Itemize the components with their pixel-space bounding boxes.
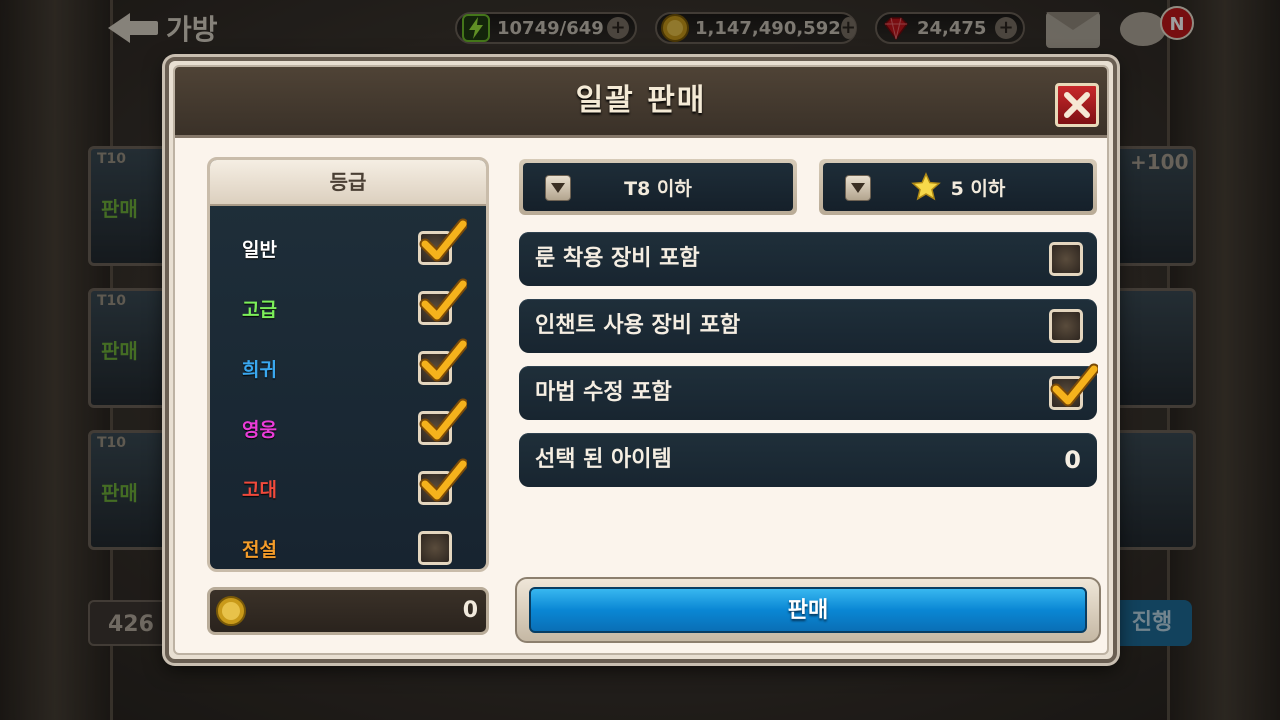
sell-button[interactable]: 판매 — [529, 587, 1087, 633]
checkmark-icon — [419, 458, 467, 502]
sell-button-frame: 판매 — [515, 577, 1101, 643]
grade-label: 영웅 — [242, 419, 277, 441]
star-filter-value: 5 이하 — [950, 177, 1006, 200]
option-label: 인챈트 사용 장비 포함 — [535, 313, 741, 338]
chevron-down-icon — [545, 175, 571, 201]
grade-row[interactable]: 전설 — [210, 517, 486, 569]
dialog-header: 일괄 판매 — [175, 67, 1107, 138]
grade-label: 일반 — [242, 239, 277, 261]
option-row[interactable]: 인챈트 사용 장비 포함 — [519, 299, 1097, 353]
option-label: 마법 수정 포함 — [535, 380, 672, 405]
tier-filter-dropdown[interactable]: T8 이하 — [519, 159, 797, 215]
dialog-title: 일괄 판매 — [575, 83, 707, 118]
checkmark-icon — [419, 278, 467, 322]
option-row[interactable]: 마법 수정 포함 — [519, 363, 1098, 420]
option-checkbox[interactable] — [1049, 309, 1083, 343]
selected-items-row: 선택 된 아이템 0 — [519, 433, 1097, 487]
grade-label: 전설 — [242, 539, 277, 561]
grade-checkbox[interactable] — [418, 398, 467, 445]
grade-row[interactable]: 일반 — [210, 217, 486, 277]
grade-checkbox[interactable] — [418, 278, 467, 325]
selected-items-label: 선택 된 아이템 — [535, 447, 672, 472]
star-filter-inner: 5 이하 — [823, 163, 1093, 211]
checkmark-icon — [419, 338, 467, 382]
checkmark-icon — [419, 398, 467, 442]
bulk-sell-dialog: 일괄 판매 등급 일반 고급 희귀 영웅 고대 전설 0 T8 이하 5 이하 … — [165, 57, 1117, 663]
grade-filter-panel: 등급 일반고급희귀영웅고대전설 — [207, 157, 489, 572]
grade-row[interactable]: 영웅 — [210, 397, 486, 457]
gold-coin-icon — [216, 596, 246, 626]
option-label: 룬 착용 장비 포함 — [535, 246, 700, 271]
chevron-down-icon — [845, 175, 871, 201]
dialog-body: 일괄 판매 등급 일반 고급 희귀 영웅 고대 전설 0 T8 이하 5 이하 … — [173, 65, 1109, 655]
star-filter-dropdown[interactable]: 5 이하 — [819, 159, 1097, 215]
grade-row[interactable]: 고대 — [210, 457, 486, 517]
close-icon — [1064, 92, 1090, 118]
grade-label: 고급 — [242, 299, 277, 321]
grade-row[interactable]: 희귀 — [210, 337, 486, 397]
checkmark-icon — [1050, 363, 1098, 407]
option-row[interactable]: 룬 착용 장비 포함 — [519, 232, 1097, 286]
checkmark-icon — [419, 218, 467, 262]
star-icon — [910, 172, 941, 201]
sell-price-box: 0 — [207, 587, 489, 635]
grade-checkbox[interactable] — [418, 338, 467, 385]
tier-filter-inner: T8 이하 — [523, 163, 793, 211]
option-checkbox[interactable] — [1049, 363, 1098, 410]
tier-filter-value: T8 이하 — [624, 177, 692, 200]
grade-row[interactable]: 고급 — [210, 277, 486, 337]
option-checkbox[interactable] — [1049, 242, 1083, 276]
sell-price-value: 0 — [462, 598, 478, 623]
grade-header: 등급 — [210, 160, 486, 206]
grade-label: 고대 — [242, 479, 277, 501]
grade-checkbox[interactable] — [418, 218, 467, 265]
grade-checkbox[interactable] — [418, 531, 452, 565]
grade-label: 희귀 — [242, 359, 277, 381]
selected-items-count: 0 — [1064, 446, 1081, 474]
grade-checkbox[interactable] — [418, 458, 467, 505]
close-button[interactable] — [1055, 83, 1099, 127]
